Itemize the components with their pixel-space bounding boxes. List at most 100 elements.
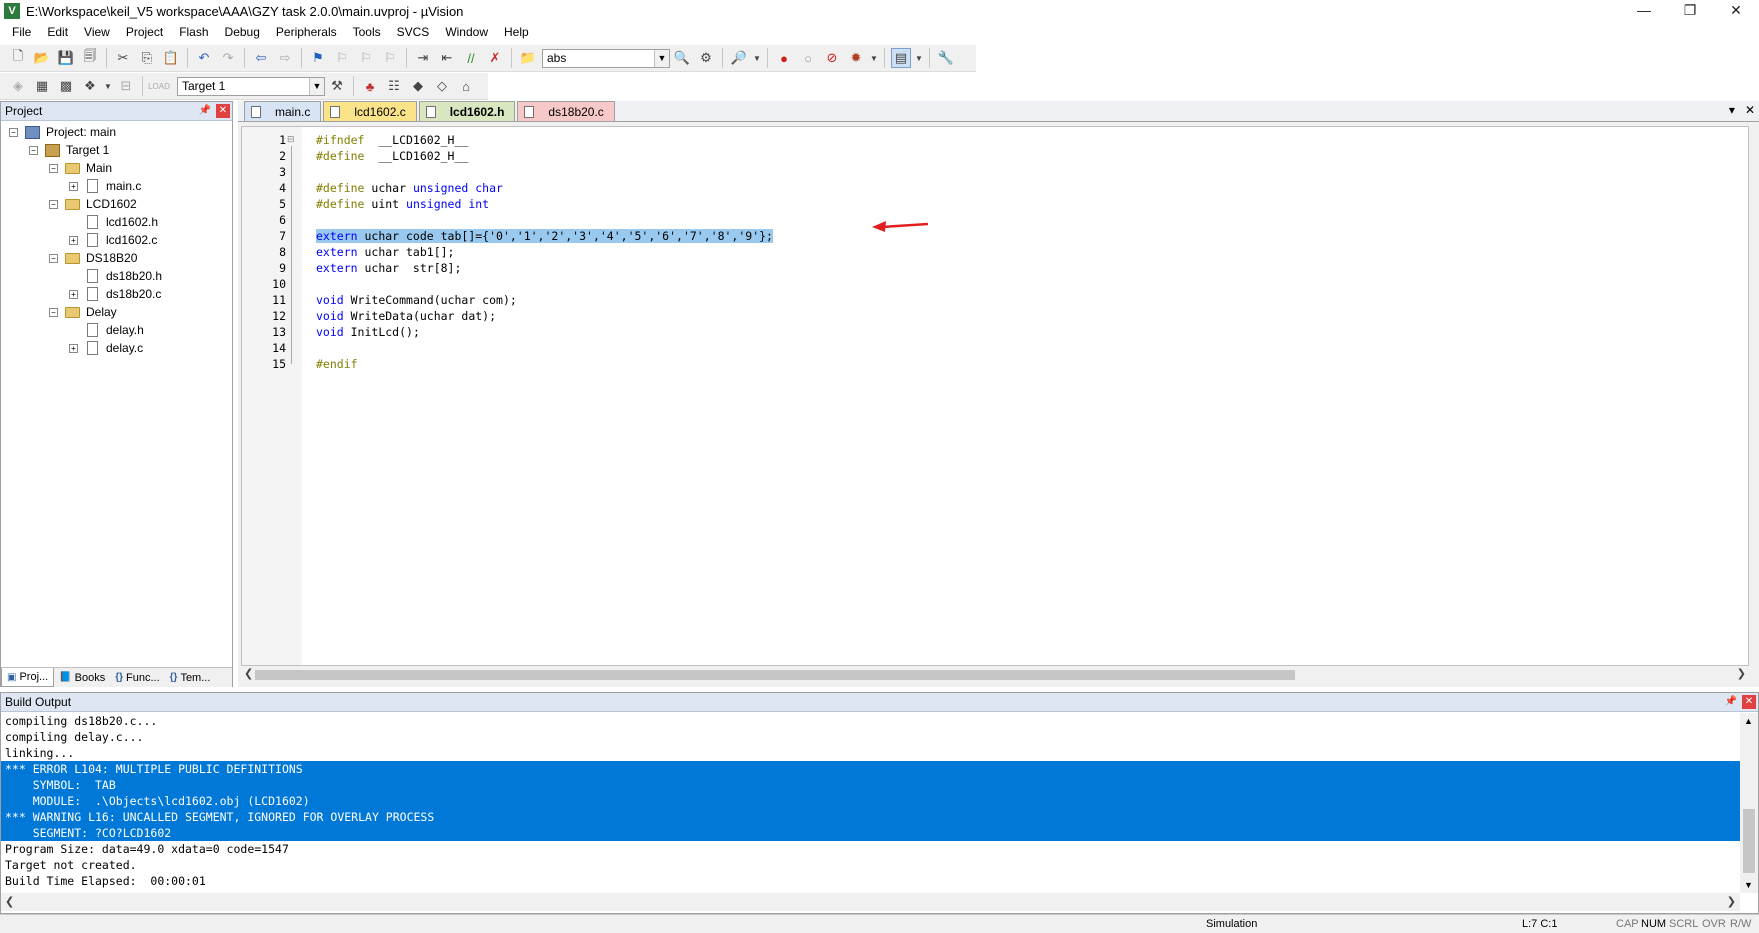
- cut-icon[interactable]: ✂: [113, 48, 133, 68]
- editor-tab-lcd1602-h[interactable]: lcd1602.h: [418, 101, 516, 121]
- select-packs-icon[interactable]: ◆: [408, 76, 428, 96]
- pin-icon[interactable]: 📌: [1724, 695, 1738, 709]
- batch-build-icon[interactable]: ❖: [80, 76, 100, 96]
- comment-icon[interactable]: //: [461, 48, 481, 68]
- expand-icon[interactable]: +: [69, 181, 78, 191]
- restore-button[interactable]: ❐: [1667, 0, 1713, 22]
- output-line[interactable]: Program Size: data=49.0 xdata=0 code=154…: [1, 841, 1740, 857]
- expand-icon[interactable]: +: [69, 235, 78, 245]
- menu-view[interactable]: View: [76, 22, 118, 43]
- close-tab-icon[interactable]: ✕: [1745, 103, 1755, 117]
- code-line[interactable]: void InitLcd();: [316, 325, 420, 340]
- output-line[interactable]: compiling delay.c...: [1, 729, 1740, 745]
- collapse-icon[interactable]: −: [49, 163, 58, 173]
- chevron-down-icon[interactable]: ▼: [654, 49, 669, 67]
- close-window-button[interactable]: ✕: [1713, 0, 1759, 22]
- save-icon[interactable]: 💾: [56, 48, 76, 68]
- tree-item-file-ds18b20-c[interactable]: + ds18b20.c: [69, 285, 161, 303]
- incremental-find-icon[interactable]: 🔍: [672, 48, 692, 68]
- scroll-right-icon[interactable]: ❯: [1737, 667, 1746, 680]
- tree-item-project[interactable]: − Project: main: [9, 123, 116, 141]
- tree-item-file-main-c[interactable]: + main.c: [69, 177, 141, 195]
- undo-icon[interactable]: ↶: [194, 48, 214, 68]
- expand-icon[interactable]: +: [69, 343, 78, 353]
- chevron-down-icon[interactable]: ▼: [753, 48, 761, 68]
- scroll-down-icon[interactable]: ▼: [1744, 880, 1753, 890]
- code-line[interactable]: #define uchar unsigned char: [316, 181, 503, 196]
- collapse-icon[interactable]: −: [49, 253, 58, 263]
- bookmark-clear-icon[interactable]: ⚐: [380, 48, 400, 68]
- code-line[interactable]: #define uint unsigned int: [316, 197, 489, 212]
- tree-item-file-ds18b20-h[interactable]: ds18b20.h: [84, 267, 162, 285]
- code-line[interactable]: #define __LCD1602_H__: [316, 149, 468, 164]
- breakpoint-disable-all-icon[interactable]: ⊘: [822, 48, 842, 68]
- breakpoint-kill-all-icon[interactable]: ✹: [846, 48, 866, 68]
- tab-templates[interactable]: {} Tem...: [165, 668, 216, 687]
- editor-horizontal-scrollbar[interactable]: ❮ ❯: [241, 667, 1749, 683]
- tab-list-dropdown-icon[interactable]: ▾: [1729, 103, 1735, 117]
- tree-item-target[interactable]: − Target 1: [29, 141, 109, 159]
- close-icon[interactable]: ✕: [1742, 695, 1756, 709]
- output-line[interactable]: Target not created.: [1, 857, 1740, 873]
- bookmark-next-icon[interactable]: ⚐: [356, 48, 376, 68]
- output-line[interactable]: Build Time Elapsed: 00:00:01: [1, 873, 1740, 889]
- collapse-icon[interactable]: −: [9, 127, 18, 137]
- output-line-selected[interactable]: *** WARNING L16: UNCALLED SEGMENT, IGNOR…: [1, 809, 1740, 825]
- scroll-right-icon[interactable]: ❯: [1727, 895, 1736, 908]
- editor-tab-lcd1602-c[interactable]: lcd1602.c: [323, 101, 417, 121]
- minimize-button[interactable]: —: [1621, 0, 1667, 22]
- target-select[interactable]: Target 1 ▼: [177, 76, 325, 96]
- menu-tools[interactable]: Tools: [345, 22, 389, 43]
- translate-icon[interactable]: ◈: [8, 76, 28, 96]
- menu-window[interactable]: Window: [437, 22, 496, 43]
- find-in-files-icon[interactable]: 📁: [518, 48, 538, 68]
- build-output-horizontal-scrollbar[interactable]: ❮ ❯: [1, 893, 1740, 911]
- tab-functions[interactable]: {} Func...: [110, 668, 164, 687]
- code-line[interactable]: void WriteData(uchar dat);: [316, 309, 496, 324]
- chevron-down-icon[interactable]: ▼: [870, 48, 878, 68]
- code-editor[interactable]: 1 2 3 4 5 6 7 8 9 10 11 12 13 14 15 ⊟ #ifndef __LCD1602…: [241, 126, 1749, 666]
- scroll-left-icon[interactable]: ❮: [244, 667, 253, 680]
- bookmark-icon[interactable]: ⚑: [308, 48, 328, 68]
- scroll-up-icon[interactable]: ▲: [1744, 716, 1753, 726]
- redo-icon[interactable]: ↷: [218, 48, 238, 68]
- tree-item-file-delay-h[interactable]: delay.h: [84, 321, 144, 339]
- menu-edit[interactable]: Edit: [39, 22, 76, 43]
- close-icon[interactable]: ✕: [216, 104, 230, 118]
- new-file-icon[interactable]: 🗋: [8, 48, 28, 68]
- debug-session-icon[interactable]: ⚙: [696, 48, 716, 68]
- uncomment-icon[interactable]: ✗: [485, 48, 505, 68]
- tab-project[interactable]: ▣ Proj...: [1, 668, 55, 687]
- output-line-selected[interactable]: SYMBOL: TAB: [1, 777, 1740, 793]
- navigate-back-icon[interactable]: ⇦: [251, 48, 271, 68]
- copy-icon[interactable]: ⎘: [137, 48, 157, 68]
- editor-tab-main-c[interactable]: main.c: [244, 101, 322, 121]
- code-line[interactable]: extern uchar tab1[];: [316, 245, 454, 260]
- manage-components-icon[interactable]: ♣: [360, 76, 380, 96]
- output-line-selected[interactable]: MODULE: .\Objects\lcd1602.obj (LCD1602): [1, 793, 1740, 809]
- navigate-forward-icon[interactable]: ⇨: [275, 48, 295, 68]
- tree-item-file-lcd1602-h[interactable]: lcd1602.h: [84, 213, 158, 231]
- fold-collapse-icon[interactable]: ⊟: [287, 134, 295, 145]
- unindent-icon[interactable]: ⇤: [437, 48, 457, 68]
- save-all-icon[interactable]: 🗐: [80, 48, 100, 68]
- breakpoint-enable-icon[interactable]: ○: [798, 48, 818, 68]
- chevron-down-icon[interactable]: ▼: [915, 48, 923, 68]
- download-load-icon[interactable]: LOAD: [148, 76, 170, 96]
- tree-item-group-ds18b20[interactable]: − DS18B20: [49, 249, 137, 267]
- paste-icon[interactable]: 📋: [161, 48, 181, 68]
- code-line[interactable]: extern uchar str[8];: [316, 261, 461, 276]
- menu-svcs[interactable]: SVCS: [389, 22, 438, 43]
- indent-icon[interactable]: ⇥: [413, 48, 433, 68]
- window-layout-icon[interactable]: ▤: [891, 48, 911, 68]
- rebuild-icon[interactable]: ▩: [56, 76, 76, 96]
- menu-flash[interactable]: Flash: [171, 22, 216, 43]
- find-combobox[interactable]: abs ▼: [542, 48, 670, 68]
- collapse-icon[interactable]: −: [49, 307, 58, 317]
- expand-icon[interactable]: +: [69, 289, 78, 299]
- scrollbar-thumb[interactable]: [255, 670, 1295, 680]
- scrollbar-thumb[interactable]: [1743, 809, 1755, 873]
- tree-item-group-main[interactable]: − Main: [49, 159, 112, 177]
- run-time-environment-icon[interactable]: ⌂: [456, 76, 476, 96]
- pack-installer-icon[interactable]: ◇: [432, 76, 452, 96]
